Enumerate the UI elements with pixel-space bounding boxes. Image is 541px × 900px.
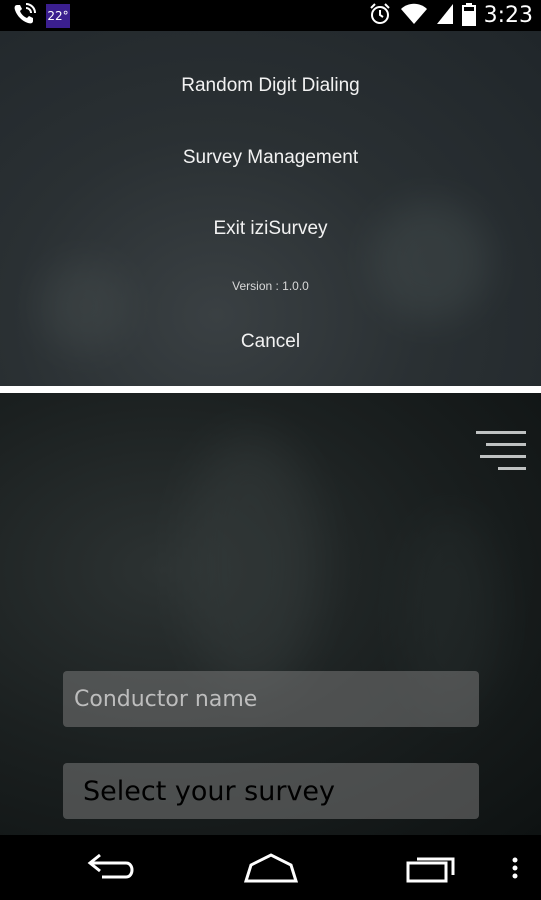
- survey-select[interactable]: Select your survey: [63, 763, 479, 819]
- navigation-bar: [0, 835, 541, 900]
- alarm-icon: [368, 2, 392, 30]
- main-screen: Select your survey: [0, 393, 541, 835]
- menu-item-random-digit-dialing[interactable]: Random Digit Dialing: [0, 75, 541, 97]
- battery-icon: [461, 2, 476, 30]
- weather-badge: 22°: [46, 3, 70, 28]
- version-label: Version : 1.0.0: [232, 279, 309, 293]
- recents-icon[interactable]: [405, 851, 457, 889]
- survey-select-label: Select your survey: [83, 775, 336, 807]
- home-icon[interactable]: [243, 851, 299, 889]
- clock: 3:23: [483, 3, 533, 28]
- status-right: 3:23: [368, 2, 541, 30]
- status-bar: 22° 3:23: [0, 0, 541, 31]
- signal-icon: [436, 3, 454, 29]
- menu-item-survey-management[interactable]: Survey Management: [0, 147, 541, 169]
- phone-icon: [12, 2, 38, 30]
- back-icon[interactable]: [86, 851, 138, 889]
- overflow-menu-icon[interactable]: [510, 851, 520, 889]
- menu-panel: Random Digit Dialing Survey Management E…: [0, 31, 541, 386]
- conductor-name-input[interactable]: [63, 671, 479, 727]
- menu-item-exit[interactable]: Exit iziSurvey: [0, 218, 541, 240]
- cancel-button[interactable]: Cancel: [0, 331, 541, 353]
- background-blur: [180, 433, 320, 693]
- panel-divider: [0, 386, 541, 393]
- hamburger-menu-icon[interactable]: [472, 431, 526, 471]
- status-left: 22°: [0, 2, 70, 30]
- wifi-icon: [400, 3, 428, 29]
